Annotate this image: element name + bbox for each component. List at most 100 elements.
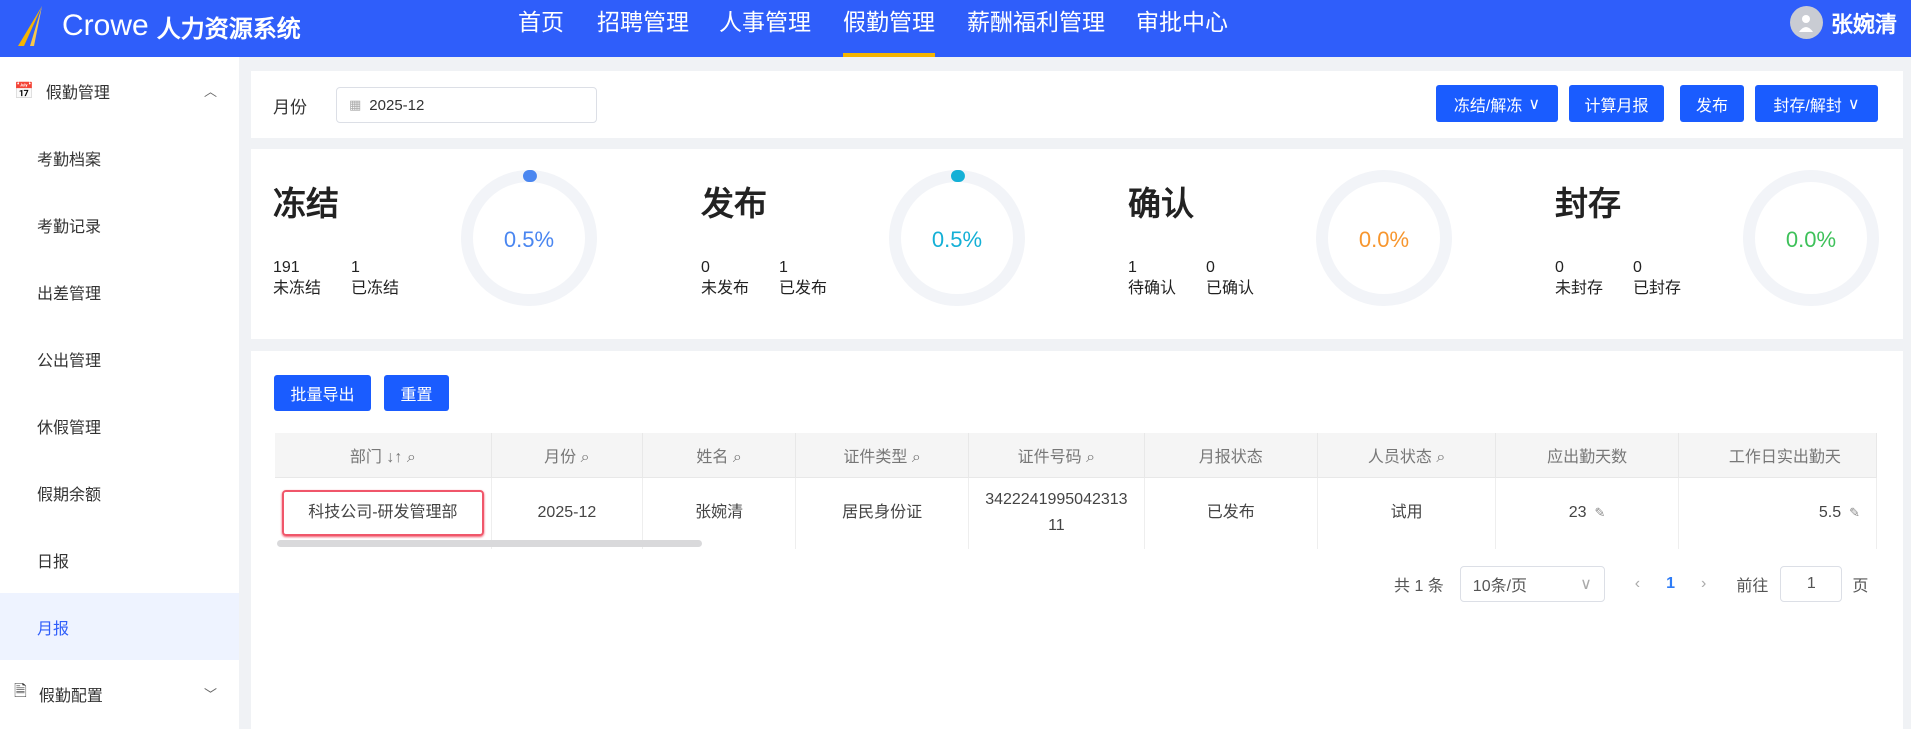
chevron-down-icon: ﹀ — [203, 687, 217, 702]
pagination: 共 1 条 10条/页 ∨ ‹ 1 › 前往 1 页 — [1394, 566, 1868, 602]
crowe-logo-icon — [18, 6, 42, 46]
publish-button[interactable]: 发布 — [1680, 85, 1744, 122]
sidebar-item-official-out[interactable]: 公出管理 — [0, 325, 239, 392]
stat-count-a: 1 待确认 — [1128, 259, 1177, 297]
stat-count-b: 0 已确认 — [1206, 259, 1255, 297]
edit-icon[interactable]: ✎ — [1849, 505, 1860, 520]
page-size-select[interactable]: 10条/页 ∨ — [1459, 566, 1605, 602]
search-icon[interactable]: ⌕ — [581, 449, 590, 466]
calculate-report-button[interactable]: 计算月报 — [1569, 85, 1664, 122]
stat-percent: 0.0% — [1785, 227, 1837, 252]
system-name: 人力资源系统 — [156, 15, 301, 43]
stat-count-b: 1 已冻结 — [351, 259, 400, 297]
id-number-cell: 342224199504231311 — [968, 477, 1145, 549]
freeze-dropdown-button[interactable]: 冻结/解冻 ∨ — [1436, 85, 1558, 122]
required-days-cell[interactable]: 23 ✎ — [1495, 477, 1679, 549]
stat-count-a: 0 未发布 — [701, 259, 750, 297]
col-staff-status[interactable]: 人员状态 ⌕ — [1317, 433, 1497, 478]
stat-title: 发布 — [701, 185, 767, 222]
edit-icon[interactable]: ✎ — [1595, 505, 1606, 520]
data-table-wrapper: 部门 ↓↑ ⌕ 月份 ⌕ 姓名 ⌕ 证件类型 ⌕ 证件号码 ⌕ 月报状态 人员状… — [275, 433, 1877, 549]
search-icon[interactable]: ⌕ — [1436, 449, 1445, 466]
sidebar: 📅 假勤管理 ︿ 考勤档案 考勤记录 出差管理 公出管理 休假管理 假期余额 日… — [0, 57, 239, 729]
top-header: Crowe 人力资源系统 首页 招聘管理 人事管理 假勤管理 薪酬福利管理 审批… — [0, 0, 1911, 57]
stat-count-a: 0 未封存 — [1555, 259, 1604, 297]
user-name: 张婉清 — [1830, 11, 1897, 37]
chevron-down-icon: ∨ — [1580, 576, 1592, 593]
stat-title: 冻结 — [273, 185, 339, 222]
month-label: 月份 — [273, 98, 307, 117]
batch-export-button[interactable]: 批量导出 — [274, 375, 371, 411]
logo: Crowe 人力资源系统 — [14, 4, 301, 48]
nav-attendance[interactable]: 假勤管理 — [843, 0, 935, 57]
data-table: 部门 ↓↑ ⌕ 月份 ⌕ 姓名 ⌕ 证件类型 ⌕ 证件号码 ⌕ 月报状态 人员状… — [275, 433, 1877, 549]
sidebar-item-business-trip[interactable]: 出差管理 — [0, 258, 239, 325]
nav-payroll[interactable]: 薪酬福利管理 — [967, 0, 1105, 57]
sidebar-group-label: 假勤管理 — [45, 84, 110, 102]
stat-title: 确认 — [1128, 185, 1194, 222]
col-name[interactable]: 姓名 ⌕ — [642, 433, 797, 478]
department-cell: 科技公司-研发管理部 — [282, 490, 484, 536]
month-picker[interactable]: ▦ 2025-12 — [336, 87, 597, 123]
stat-percent: 0.5% — [931, 227, 983, 252]
month-value: 2025-12 — [369, 96, 425, 114]
search-icon[interactable]: ⌕ — [1086, 449, 1095, 466]
stat-title: 封存 — [1555, 185, 1621, 222]
table-row[interactable]: 科技公司-研发管理部 2025-12 张婉清 居民身份证 34222419950… — [275, 477, 1877, 549]
sidebar-item-attendance-record[interactable]: 考勤记录 — [0, 191, 239, 258]
page-number[interactable]: 1 — [1666, 575, 1675, 593]
col-id-type[interactable]: 证件类型 ⌕ — [795, 433, 970, 478]
page-suffix: 页 — [1852, 578, 1869, 595]
col-department[interactable]: 部门 ↓↑ ⌕ — [275, 433, 492, 478]
chevron-up-icon: ︿ — [203, 84, 217, 99]
total-count: 共 1 条 — [1394, 578, 1444, 595]
nav-home[interactable]: 首页 — [518, 0, 564, 57]
calendar-check-icon: 📅 — [14, 82, 34, 100]
name-cell: 张婉清 — [642, 477, 797, 549]
sidebar-item-leave[interactable]: 休假管理 — [0, 392, 239, 459]
staff-status-cell: 试用 — [1317, 477, 1497, 549]
actual-days-cell[interactable]: 5.5 ✎ — [1678, 477, 1877, 549]
calendar-icon: ▦ — [349, 97, 362, 112]
stat-count-b: 0 已封存 — [1633, 259, 1682, 297]
month-cell: 2025-12 — [491, 477, 644, 549]
sidebar-group-label: 假勤配置 — [38, 687, 103, 705]
prev-page-icon[interactable]: ‹ — [1635, 575, 1640, 593]
sidebar-group-attendance[interactable]: 📅 假勤管理 ︿ — [0, 57, 239, 124]
stat-count-a: 191 未冻结 — [273, 259, 322, 297]
nav-recruitment[interactable]: 招聘管理 — [597, 0, 689, 57]
goto-label: 前往 — [1736, 578, 1769, 595]
sidebar-item-attendance-file[interactable]: 考勤档案 — [0, 124, 239, 191]
avatar-icon — [1789, 6, 1823, 39]
sidebar-item-monthly-report[interactable]: 月报 — [0, 593, 239, 660]
reset-button[interactable]: 重置 — [384, 375, 449, 411]
goto-page-input[interactable]: 1 — [1780, 566, 1843, 602]
sidebar-group-config[interactable]: 🗎 假勤配置 ﹀ — [0, 660, 239, 727]
archive-dropdown-button[interactable]: 封存/解封 ∨ — [1755, 85, 1878, 122]
search-icon[interactable]: ⌕ — [912, 449, 921, 466]
col-required-days: 应出勤天数 — [1495, 433, 1679, 478]
stat-count-b: 1 已发布 — [779, 259, 828, 297]
id-type-cell: 居民身份证 — [795, 477, 970, 549]
col-month[interactable]: 月份 ⌕ — [491, 433, 644, 478]
sidebar-item-leave-balance[interactable]: 假期余额 — [0, 459, 239, 526]
stat-percent: 0.5% — [503, 227, 555, 252]
nav-personnel[interactable]: 人事管理 — [719, 0, 811, 57]
document-search-icon: 🗎 — [14, 683, 27, 700]
brand-name: Crowe — [62, 9, 149, 42]
sort-icon[interactable]: ↓↑ — [386, 449, 402, 466]
report-status-cell: 已发布 — [1144, 477, 1318, 549]
horizontal-scrollbar[interactable] — [277, 540, 702, 547]
sidebar-item-daily-report[interactable]: 日报 — [0, 526, 239, 593]
chevron-down-icon: ∨ — [1528, 95, 1541, 113]
search-icon[interactable]: ⌕ — [407, 449, 416, 466]
search-icon[interactable]: ⌕ — [733, 449, 742, 466]
next-page-icon[interactable]: › — [1701, 575, 1706, 593]
col-report-status: 月报状态 — [1144, 433, 1318, 478]
stat-percent: 0.0% — [1358, 227, 1410, 252]
col-actual-days: 工作日实出勤天 — [1678, 433, 1877, 478]
table-header-row: 部门 ↓↑ ⌕ 月份 ⌕ 姓名 ⌕ 证件类型 ⌕ 证件号码 ⌕ 月报状态 人员状… — [275, 433, 1877, 478]
col-id-number[interactable]: 证件号码 ⌕ — [968, 433, 1145, 478]
user-menu[interactable]: 张婉清 — [1789, 6, 1897, 39]
nav-approval[interactable]: 审批中心 — [1136, 0, 1228, 57]
